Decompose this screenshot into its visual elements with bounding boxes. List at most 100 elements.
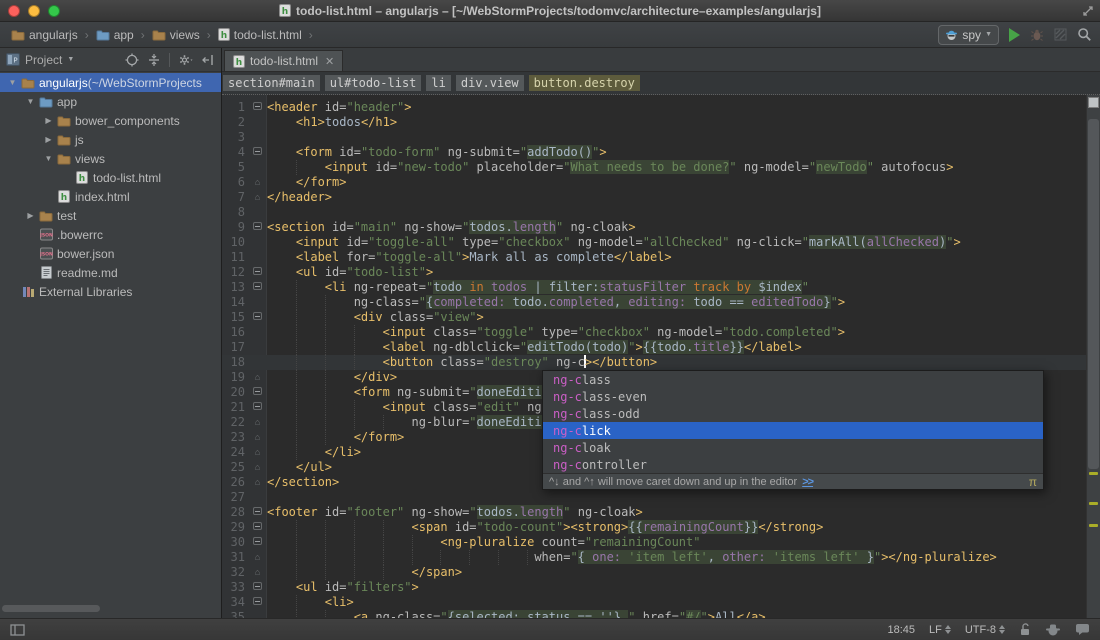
chevron-down-icon[interactable]: ▼ [42, 154, 55, 163]
project-horizontal-scrollbar[interactable] [2, 605, 100, 612]
run-button[interactable] [1009, 28, 1020, 42]
line-number[interactable]: 11 [222, 250, 248, 265]
breadcrumb-views[interactable]: views [149, 27, 203, 43]
fold-collapse-icon[interactable] [248, 580, 267, 595]
warning-stripe-mark[interactable] [1089, 502, 1098, 505]
fold-end-icon[interactable]: ⌂ [248, 460, 267, 475]
toolwindow-toggle-icon[interactable] [10, 624, 25, 636]
code-line-32[interactable]: 32⌂ </span> [222, 565, 1086, 580]
tree-item-external-libraries[interactable]: External Libraries [0, 282, 221, 301]
fullscreen-icon[interactable] [1082, 5, 1094, 17]
line-number[interactable]: 30 [222, 535, 248, 550]
tree-item-todo-list-html[interactable]: htodo-list.html [0, 168, 221, 187]
fold-end-icon[interactable]: ⌂ [248, 550, 267, 565]
relevance-sort-icon[interactable]: π [1029, 475, 1037, 489]
element-crumb-li[interactable]: li [426, 75, 450, 91]
code-line-18[interactable]: 18 <button class="destroy" ng-c></button… [222, 355, 1086, 370]
breadcrumb-angularjs[interactable]: angularjs [8, 27, 81, 43]
line-number[interactable]: 35 [222, 610, 248, 618]
code-line-8[interactable]: 8 [222, 205, 1086, 220]
fold-end-icon[interactable]: ⌂ [248, 190, 267, 205]
chevron-down-icon[interactable]: ▼ [24, 97, 37, 106]
breadcrumb-todo-list-html[interactable]: htodo-list.html [215, 27, 305, 43]
close-window-button[interactable] [8, 5, 20, 17]
line-number[interactable]: 13 [222, 280, 248, 295]
encoding-widget[interactable]: UTF-8 [965, 624, 1005, 636]
completion-item-ng-class-even[interactable]: ng-class-even [543, 388, 1043, 405]
code-line-15[interactable]: 15 <div class="view"> [222, 310, 1086, 325]
fold-collapse-icon[interactable] [248, 400, 267, 415]
line-number[interactable]: 9 [222, 220, 248, 235]
fold-collapse-icon[interactable] [248, 145, 267, 160]
code-line-5[interactable]: 5 <input id="new-todo" placeholder="What… [222, 160, 1086, 175]
line-number[interactable]: 5 [222, 160, 248, 175]
editor-scrollbar[interactable] [1086, 95, 1100, 618]
line-number[interactable]: 20 [222, 385, 248, 400]
line-number[interactable]: 31 [222, 550, 248, 565]
fold-collapse-icon[interactable] [248, 280, 267, 295]
tree-item-app[interactable]: ▼app [0, 92, 221, 111]
code-line-7[interactable]: 7⌂</header> [222, 190, 1086, 205]
line-number[interactable]: 14 [222, 295, 248, 310]
code-line-13[interactable]: 13 <li ng-repeat="todo in todos | filter… [222, 280, 1086, 295]
line-number[interactable]: 8 [222, 205, 248, 220]
chevron-right-icon[interactable]: ▶ [42, 135, 55, 144]
element-crumb-ul-todo-list[interactable]: ul#todo-list [325, 75, 422, 91]
tree-item-bower-components[interactable]: ▶bower_components [0, 111, 221, 130]
debug-button[interactable] [1030, 28, 1044, 42]
element-crumb-button-destroy[interactable]: button.destroy [529, 75, 640, 91]
code-line-14[interactable]: 14 ng-class="{completed: todo.completed,… [222, 295, 1086, 310]
line-number[interactable]: 1 [222, 100, 248, 115]
settings-gear-icon[interactable] [178, 53, 193, 67]
line-number[interactable]: 2 [222, 115, 248, 130]
fold-end-icon[interactable]: ⌂ [248, 475, 267, 490]
line-number[interactable]: 28 [222, 505, 248, 520]
zoom-window-button[interactable] [48, 5, 60, 17]
line-number[interactable]: 12 [222, 265, 248, 280]
event-log-bubble-icon[interactable] [1075, 623, 1090, 636]
locate-file-icon[interactable] [125, 53, 139, 67]
element-crumb-section-main[interactable]: section#main [223, 75, 320, 91]
fold-collapse-icon[interactable] [248, 310, 267, 325]
code-line-30[interactable]: 30 <ng-pluralize count="remainingCount" [222, 535, 1086, 550]
search-everywhere-icon[interactable] [1077, 27, 1092, 42]
line-number[interactable]: 16 [222, 325, 248, 340]
code-line-34[interactable]: 34 <li> [222, 595, 1086, 610]
code-line-35[interactable]: 35 <a ng-class="{selected: status == ''}… [222, 610, 1086, 618]
code-line-17[interactable]: 17 <label ng-dblclick="editTodo(todo)">{… [222, 340, 1086, 355]
line-separator-widget[interactable]: LF [929, 624, 951, 636]
code-line-9[interactable]: 9<section id="main" ng-show="todos.lengt… [222, 220, 1086, 235]
code-line-1[interactable]: 1<header id="header"> [222, 100, 1086, 115]
line-number[interactable]: 29 [222, 520, 248, 535]
collapse-all-icon[interactable] [147, 53, 161, 67]
code-line-6[interactable]: 6⌂ </form> [222, 175, 1086, 190]
chevron-right-icon[interactable]: ▶ [42, 116, 55, 125]
line-number[interactable]: 34 [222, 595, 248, 610]
line-number[interactable]: 25 [222, 460, 248, 475]
fold-end-icon[interactable]: ⌂ [248, 415, 267, 430]
tree-item-angularjs[interactable]: ▼angularjs (~/WebStormProjects [0, 73, 221, 92]
code-line-10[interactable]: 10 <input id="toggle-all" type="checkbox… [222, 235, 1086, 250]
coverage-button[interactable] [1054, 28, 1067, 41]
code-line-16[interactable]: 16 <input class="toggle" type="checkbox"… [222, 325, 1086, 340]
fold-collapse-icon[interactable] [248, 595, 267, 610]
close-tab-icon[interactable]: ✕ [325, 55, 334, 68]
hint-more-link[interactable]: >> [802, 476, 813, 488]
tree-item-test[interactable]: ▶test [0, 206, 221, 225]
tree-item-views[interactable]: ▼views [0, 149, 221, 168]
line-number[interactable]: 19 [222, 370, 248, 385]
completion-item-ng-class-odd[interactable]: ng-class-odd [543, 405, 1043, 422]
chevron-down-icon[interactable]: ▼ [67, 56, 74, 63]
code-line-2[interactable]: 2 <h1>todos</h1> [222, 115, 1086, 130]
tree-item-readme-md[interactable]: readme.md [0, 263, 221, 282]
fold-collapse-icon[interactable] [248, 520, 267, 535]
code-editor[interactable]: 1<header id="header">2 <h1>todos</h1> 34 … [222, 95, 1100, 618]
fold-collapse-icon[interactable] [248, 535, 267, 550]
code-line-31[interactable]: 31⌂ when="{ one: 'item left', other: 'it… [222, 550, 1086, 565]
code-line-33[interactable]: 33 <ul id="filters"> [222, 580, 1086, 595]
code-line-4[interactable]: 4 <form id="todo-form" ng-submit="addTod… [222, 145, 1086, 160]
code-line-28[interactable]: 28<footer id="footer" ng-show="todos.len… [222, 505, 1086, 520]
warning-stripe-mark[interactable] [1089, 472, 1098, 475]
tab-todo-list-html[interactable]: h todo-list.html ✕ [224, 50, 343, 71]
caret-position-widget[interactable]: 18:45 [887, 624, 915, 636]
